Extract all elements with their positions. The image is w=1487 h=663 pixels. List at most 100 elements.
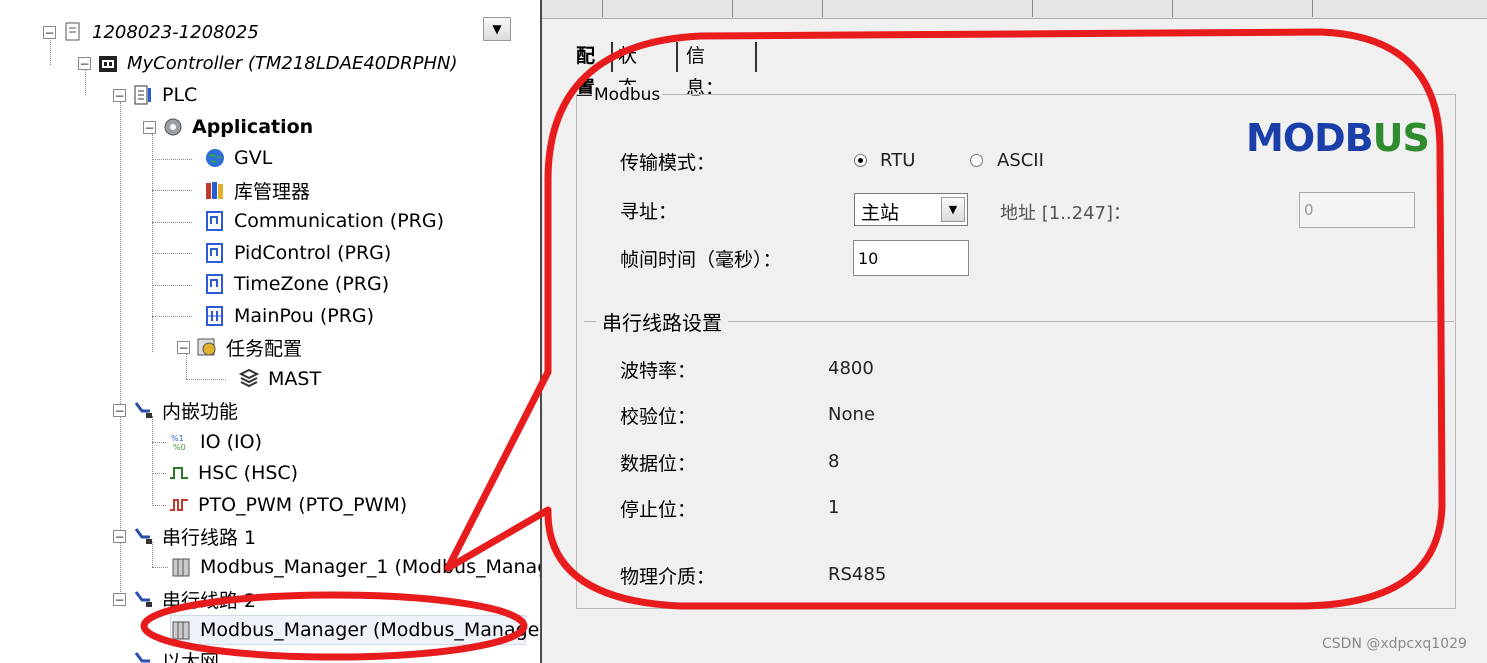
watermark: CSDN @xdpcxq1029 [1322, 636, 1467, 652]
tree-label: 任务配置 [226, 337, 303, 360]
collapse-icon[interactable]: − [113, 529, 126, 543]
collapse-icon[interactable]: − [177, 340, 190, 354]
task-stack-icon [238, 368, 260, 390]
task-config-icon [196, 336, 218, 358]
tree-label: MAST [268, 368, 322, 390]
connector-icon [132, 399, 154, 421]
tree-node-library[interactable]: 库管理器 [204, 176, 310, 204]
stop-bits-label: 停止位： [620, 499, 697, 521]
tree-label: TimeZone (PRG) [234, 273, 390, 295]
library-books-icon [204, 179, 226, 201]
editor-tab-strip [542, 0, 1487, 19]
physical-medium-label: 物理介质： [620, 566, 716, 588]
radio-ascii-label: ASCII [997, 150, 1044, 171]
collapse-icon[interactable]: − [113, 592, 126, 606]
collapse-icon[interactable]: − [43, 25, 56, 39]
tree-label: PTO_PWM (PTO_PWM) [198, 494, 408, 516]
radio-rtu[interactable] [854, 154, 867, 167]
plc-logic-icon [132, 84, 154, 106]
tree-label: 串行线路 2 [162, 589, 257, 612]
pou-program-icon [204, 210, 226, 232]
modbus-logo: MODBUS [1246, 116, 1430, 160]
tree-node-io[interactable]: %1 %0 IO (IO) [168, 428, 262, 456]
radio-rtu-label: RTU [880, 150, 916, 171]
connector-icon [132, 649, 154, 663]
tree-label: Modbus_Manager_1 (Modbus_Manager) [200, 556, 540, 578]
tree-label: 串行线路 1 [162, 526, 257, 549]
tree-node-cut[interactable]: − 以太网 [113, 646, 219, 663]
address-input[interactable]: 0 [1299, 192, 1415, 228]
project-tree: ▼ − 1208023-1208025 − MyController (TM21… [0, 0, 540, 663]
data-bits-label: 数据位： [620, 453, 697, 475]
frame-time-input[interactable]: 10 [853, 240, 969, 276]
tree-node-plc[interactable]: − PLC [113, 81, 197, 109]
tree-label: MyController (TM218LDAE40DRPHN) [127, 52, 458, 74]
collapse-icon[interactable]: − [113, 403, 126, 417]
tree-node-timezone[interactable]: TimeZone (PRG) [204, 270, 389, 298]
stop-bits-value: 1 [828, 497, 840, 518]
tree-node-hsc[interactable]: HSC (HSC) [168, 459, 298, 487]
project-file-icon [62, 21, 84, 43]
tree-node-root[interactable]: − 1208023-1208025 [43, 18, 259, 46]
collapse-icon[interactable]: − [113, 88, 126, 102]
tree-label: PLC [162, 84, 198, 106]
pwm-icon [168, 494, 190, 516]
tree-node-communication[interactable]: Communication (PRG) [204, 207, 444, 235]
tree-node-mast[interactable]: MAST [238, 365, 321, 393]
tree-node-modbus-manager[interactable]: Modbus_Manager (Modbus_Manager) [170, 616, 540, 644]
radio-ascii[interactable] [970, 154, 983, 167]
svg-text:%0: %0 [173, 443, 186, 452]
tree-node-gvl[interactable]: GVL [204, 144, 272, 172]
addressing-select[interactable]: 主站 ▼ [854, 193, 968, 226]
tree-label: PidControl (PRG) [234, 242, 392, 264]
tree-label: 库管理器 [234, 180, 311, 203]
physical-medium-value: RS485 [828, 564, 887, 585]
collapse-icon[interactable]: − [78, 56, 91, 70]
tree-label: 1208023-1208025 [92, 21, 259, 43]
collapse-icon[interactable]: − [143, 120, 156, 134]
pulse-icon [168, 462, 190, 484]
ladder-program-icon [204, 305, 226, 327]
tree-label: IO (IO) [200, 431, 262, 453]
parity-value: None [828, 404, 875, 425]
connector-icon [132, 525, 154, 547]
pou-program-icon [204, 273, 226, 295]
baud-rate-value: 4800 [828, 358, 874, 379]
tree-label: Application [192, 116, 314, 138]
parity-label: 校验位： [620, 406, 697, 428]
globe-icon [204, 147, 226, 169]
serial-group-title: 串行线路设置 [596, 307, 728, 336]
tree-node-mainpou[interactable]: MainPou (PRG) [204, 302, 374, 330]
pou-program-icon [204, 242, 226, 264]
connector-icon [132, 588, 154, 610]
tree-node-ptopwm[interactable]: PTO_PWM (PTO_PWM) [168, 491, 407, 519]
controller-icon [97, 52, 119, 74]
tree-node-pidcontrol[interactable]: PidControl (PRG) [204, 239, 391, 267]
tree-label: GVL [234, 147, 273, 169]
tab-status[interactable]: 状态 [612, 40, 643, 99]
device-module-icon [170, 619, 192, 641]
gear-icon [162, 116, 184, 138]
tree-node-controller[interactable]: − MyController (TM218LDAE40DRPHN) [78, 49, 457, 77]
device-module-icon [170, 556, 192, 578]
tree-label: Modbus_Manager (Modbus_Manager) [200, 619, 540, 641]
addressing-label: 寻址： [620, 201, 678, 223]
svg-text:%1: %1 [171, 434, 184, 443]
tree-node-embedded[interactable]: − 内嵌功能 [113, 396, 238, 424]
tree-node-serial1[interactable]: − 串行线路 1 [113, 522, 256, 550]
tree-node-serial2[interactable]: − 串行线路 2 [113, 585, 256, 613]
tree-node-modbus-manager-1[interactable]: Modbus_Manager_1 (Modbus_Manager) [170, 553, 540, 581]
tree-label: Communication (PRG) [234, 210, 445, 232]
tree-label: MainPou (PRG) [234, 305, 375, 327]
device-config-panel: 配置 状态 信息： Modbus MODBUS 传输模式： RTU ASCII … [542, 0, 1487, 663]
tree-dropdown-button[interactable]: ▼ [483, 17, 511, 41]
chevron-down-icon[interactable]: ▼ [941, 197, 965, 222]
tab-info[interactable]: 信息： [680, 40, 730, 99]
baud-rate-label: 波特率： [620, 360, 697, 382]
tree-label: HSC (HSC) [198, 462, 299, 484]
tab-config[interactable]: 配置 [570, 40, 601, 99]
transfer-mode-label: 传输模式： [620, 152, 716, 174]
data-bits-value: 8 [828, 451, 840, 472]
tree-node-application[interactable]: − Application [143, 113, 313, 141]
tree-node-taskconfig[interactable]: − 任务配置 [177, 333, 302, 361]
